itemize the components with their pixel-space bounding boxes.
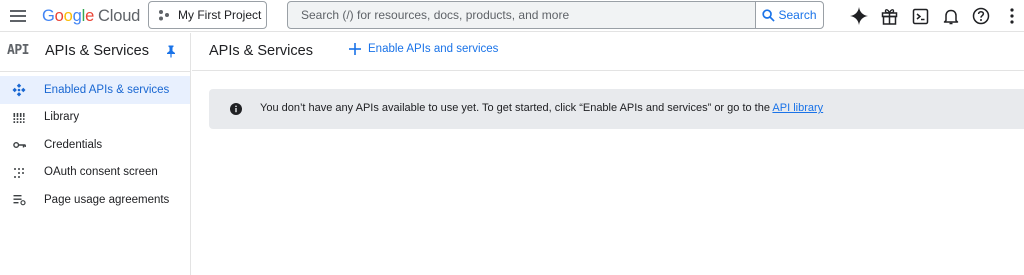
info-banner-message: You don’t have any APIs available to use… [260, 102, 773, 114]
logo-letter: g [72, 7, 82, 25]
sidebar-item-page-usage[interactable]: Page usage agreements [0, 186, 190, 214]
sidebar-item-label: Enabled APIs & services [44, 83, 170, 96]
search-button[interactable]: Search [755, 2, 823, 28]
sidebar-item-label: Page usage agreements [44, 193, 170, 206]
search-bar: Search [287, 1, 824, 29]
sidebar-divider [0, 71, 190, 72]
help-icon[interactable] [970, 5, 992, 27]
search-icon [762, 8, 776, 22]
hamburger-menu-icon [10, 10, 26, 22]
info-banner-text: You don’t have any APIs available to use… [260, 102, 823, 114]
plus-icon [349, 43, 361, 55]
enable-apis-label: Enable APIs and services [368, 43, 499, 55]
search-input[interactable] [288, 2, 755, 28]
info-banner: You don’t have any APIs available to use… [209, 89, 1024, 129]
sidebar-item-label: Library [44, 111, 80, 124]
sidebar-item-oauth-consent[interactable]: OAuth consent screen [0, 159, 190, 187]
pin-icon[interactable] [165, 45, 177, 63]
sidebar-item-label: OAuth consent screen [44, 166, 158, 179]
sidebar-item-library[interactable]: Library [0, 104, 190, 132]
oauth-consent-icon [12, 166, 26, 180]
sidebar-item-credentials[interactable]: Credentials [0, 131, 190, 159]
gemini-sparkle-icon[interactable] [848, 5, 870, 27]
page-title: APIs & Services [209, 43, 313, 59]
gift-icon[interactable] [879, 5, 901, 27]
sidebar-item-enabled-apis[interactable]: Enabled APIs & services [0, 76, 190, 104]
page-header: APIs & Services Enable APIs and services [192, 33, 1024, 71]
logo-cloud-text: Cloud [98, 7, 141, 25]
project-name: My First Project [178, 8, 262, 22]
enabled-apis-icon [12, 83, 26, 97]
more-vert-icon[interactable] [1001, 5, 1023, 27]
notifications-bell-icon[interactable] [940, 5, 962, 27]
api-library-link[interactable]: API library [772, 102, 823, 114]
google-cloud-logo[interactable]: Google Cloud [42, 6, 140, 26]
logo-letter: G [42, 7, 55, 25]
main-menu-button[interactable] [8, 6, 28, 26]
top-bar: Google Cloud My First Project Search [0, 0, 1024, 32]
sidebar-item-label: Credentials [44, 138, 103, 151]
logo-letter: e [85, 7, 95, 25]
info-icon [230, 102, 242, 120]
sidebar-title: APIs & Services [45, 43, 149, 59]
api-logo-icon: API [7, 43, 29, 58]
top-icon-group [848, 5, 1024, 27]
logo-letter: o [63, 7, 73, 25]
page-usage-icon [12, 193, 26, 207]
sidebar-nav: Enabled APIs & services Library Credenti… [0, 76, 190, 214]
enable-apis-button[interactable]: Enable APIs and services [349, 43, 498, 55]
key-icon [12, 138, 26, 152]
project-nodes-icon [158, 9, 170, 21]
sidebar-header: API APIs & Services [0, 33, 190, 71]
project-picker-button[interactable]: My First Project [148, 1, 267, 29]
library-icon [12, 111, 26, 125]
logo-letter: o [54, 7, 64, 25]
cloud-shell-icon[interactable] [909, 5, 931, 27]
search-button-label: Search [778, 8, 817, 22]
sidebar: API APIs & Services Enabled APIs & servi… [0, 33, 191, 275]
